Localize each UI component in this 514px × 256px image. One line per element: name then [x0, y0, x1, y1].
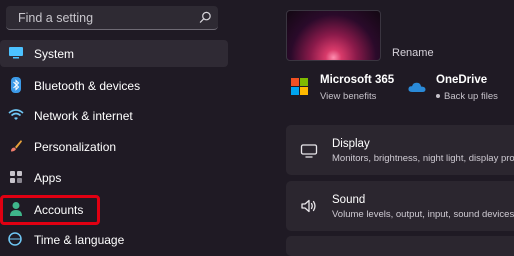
sound-subtitle: Volume levels, output, input, sound devi…	[332, 209, 514, 220]
bluetooth-icon	[8, 77, 24, 93]
microsoft-logo-icon	[291, 78, 308, 95]
sound-title: Sound	[332, 194, 366, 206]
sidebar-item-label: Network & internet	[34, 108, 133, 123]
sidebar-item-label: System	[34, 46, 75, 61]
next-card[interactable]	[286, 236, 514, 256]
onedrive-subtitle[interactable]: Back up files	[444, 91, 498, 102]
search-icon[interactable]	[199, 11, 212, 24]
microsoft-365-subtitle[interactable]: View benefits	[320, 91, 376, 102]
wifi-icon	[8, 107, 24, 123]
onedrive-title[interactable]: OneDrive	[436, 74, 487, 86]
sidebar-item-system[interactable]: System	[0, 40, 228, 67]
display-subtitle: Monitors, brightness, night light, displ…	[332, 153, 514, 164]
accounts-highlight-box	[0, 195, 100, 225]
speaker-icon	[301, 199, 316, 213]
brush-icon	[8, 138, 24, 154]
monitor-icon	[8, 45, 24, 61]
wallpaper-preview[interactable]	[286, 10, 381, 61]
main-content: Rename Microsoft 365 View benefits OneDr…	[240, 0, 514, 256]
sidebar: Find a setting System Bluetooth & device…	[0, 0, 240, 247]
sidebar-item-apps[interactable]: Apps	[0, 164, 228, 191]
sidebar-item-label: Personalization	[34, 139, 117, 154]
globe-clock-icon	[8, 231, 24, 247]
sidebar-item-label: Time & language	[34, 232, 125, 247]
apps-icon	[8, 169, 24, 185]
display-card[interactable]: Display Monitors, brightness, night ligh…	[286, 125, 514, 175]
status-dot	[436, 94, 440, 98]
search-input[interactable]: Find a setting	[18, 11, 93, 25]
sound-card[interactable]: Sound Volume levels, output, input, soun…	[286, 181, 514, 231]
onedrive-cloud-icon	[408, 82, 426, 92]
search-box[interactable]: Find a setting	[6, 6, 218, 30]
display-icon	[300, 144, 318, 158]
sidebar-item-label: Bluetooth & devices	[34, 78, 141, 93]
rename-link[interactable]: Rename	[392, 47, 434, 59]
display-title: Display	[332, 138, 370, 150]
sidebar-item-personalization[interactable]: Personalization	[0, 133, 228, 160]
microsoft-365-title[interactable]: Microsoft 365	[320, 74, 394, 86]
sidebar-item-label: Apps	[34, 170, 62, 185]
sidebar-item-time-language[interactable]: Time & language	[0, 226, 228, 253]
sidebar-item-network[interactable]: Network & internet	[0, 102, 228, 129]
sidebar-item-bluetooth[interactable]: Bluetooth & devices	[0, 72, 228, 99]
